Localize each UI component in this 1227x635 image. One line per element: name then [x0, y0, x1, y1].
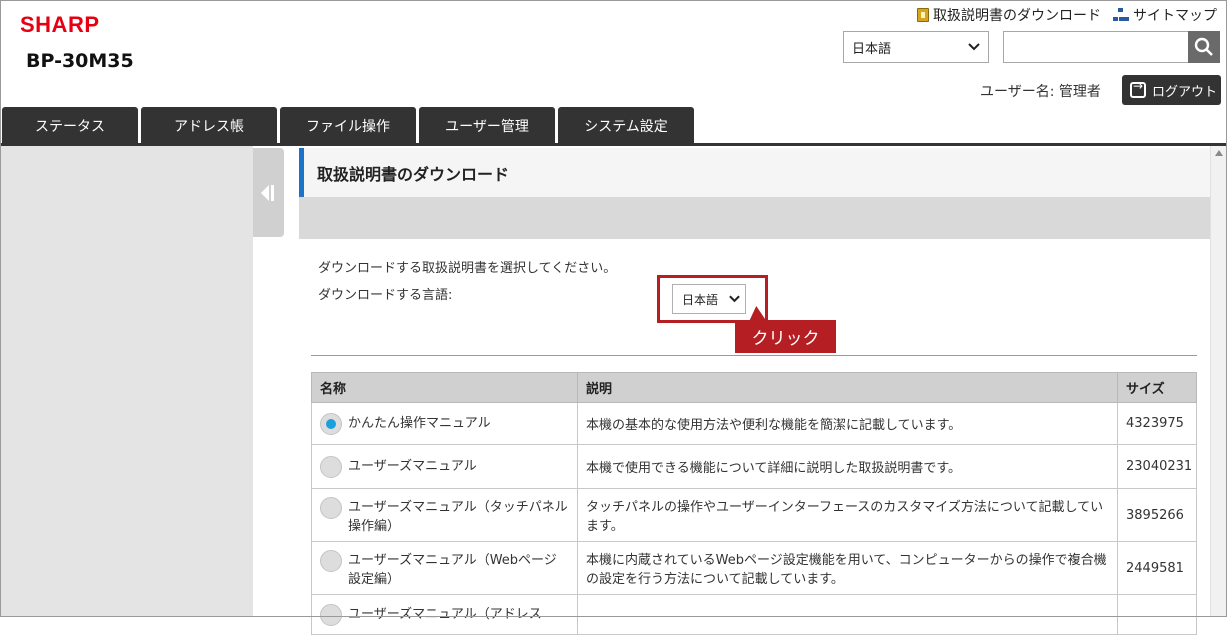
chevron-down-icon — [729, 295, 740, 303]
manual-description: 本機で使用できる機能について詳細に説明した取扱説明書です。 — [577, 444, 1118, 489]
download-language-select[interactable]: 日本語 — [672, 284, 746, 314]
header-language-select[interactable]: 日本語 — [843, 31, 989, 63]
manual-radio[interactable] — [320, 604, 342, 626]
manual-size: 4323975 — [1117, 402, 1197, 445]
search-button[interactable] — [1188, 31, 1220, 63]
download-language-value: 日本語 — [682, 292, 719, 307]
scroll-up-icon[interactable] — [1215, 150, 1223, 156]
model-name: BP-30M35 — [26, 50, 134, 72]
title-subbar — [299, 197, 1210, 239]
manual-name: ユーザーズマニュアル — [348, 459, 477, 474]
table-row[interactable]: ユーザーズマニュアル（タッチパネル操作編） タッチパネルの操作やユーザーインター… — [311, 488, 1197, 542]
header-size: サイズ — [1117, 372, 1197, 403]
section-divider — [311, 355, 1197, 356]
table-row[interactable]: ユーザーズマニュアル（アドレス — [311, 594, 1197, 635]
header-language-value: 日本語 — [852, 41, 892, 57]
top-links: 取扱説明書のダウンロード サイトマップ — [917, 5, 1217, 25]
logout-label: ログアウト — [1152, 84, 1218, 100]
manual-radio[interactable] — [320, 550, 342, 572]
sitemap-icon — [1113, 8, 1129, 22]
manual-table: 名称 説明 サイズ かんたん操作マニュアル 本機の基本的な使用方法や便利な機能を… — [311, 372, 1197, 635]
manual-radio[interactable] — [320, 456, 342, 478]
search-icon — [1194, 37, 1213, 56]
sharp-logo: SHARP — [20, 12, 100, 37]
header-name: 名称 — [311, 372, 578, 403]
logout-button[interactable]: ログアウト — [1122, 75, 1221, 105]
header-description: 説明 — [577, 372, 1118, 403]
sitemap-link[interactable]: サイトマップ — [1113, 5, 1217, 25]
manual-radio[interactable] — [320, 497, 342, 519]
manual-name: ユーザーズマニュアル（Webページ設定編） — [348, 553, 557, 587]
manual-download-link[interactable]: 取扱説明書のダウンロード — [917, 5, 1101, 25]
collapse-left-icon — [260, 184, 274, 201]
tab-system-settings[interactable]: システム設定 — [558, 107, 694, 144]
username-label: ユーザー名: 管理者 — [980, 84, 1101, 100]
manual-download-link-label: 取扱説明書のダウンロード — [933, 8, 1101, 24]
manual-name: ユーザーズマニュアル（アドレス — [348, 607, 542, 622]
tab-file-operations[interactable]: ファイル操作 — [280, 107, 416, 144]
download-language-label: ダウンロードする言語: — [318, 288, 453, 303]
sitemap-link-label: サイトマップ — [1133, 8, 1217, 24]
manual-size — [1117, 594, 1197, 635]
collapse-menu-button[interactable] — [253, 148, 284, 237]
chevron-down-icon — [968, 43, 980, 51]
table-row[interactable]: ユーザーズマニュアル 本機で使用できる機能について詳細に説明した取扱説明書です。… — [311, 444, 1197, 489]
manual-description: 本機の基本的な使用方法や便利な機能を簡潔に記載しています。 — [577, 402, 1118, 445]
table-header-row: 名称 説明 サイズ — [311, 372, 1197, 403]
manual-name: かんたん操作マニュアル — [348, 416, 491, 431]
manual-size: 2449581 — [1117, 541, 1197, 595]
manual-size: 3895266 — [1117, 488, 1197, 542]
manual-name: ユーザーズマニュアル（タッチパネル操作編） — [348, 500, 568, 534]
manual-size: 23040231 — [1117, 444, 1197, 489]
manual-radio[interactable] — [320, 413, 342, 435]
manual-description: 本機に内蔵されているWebページ設定機能を用いて、コンピューターからの操作で複合… — [577, 541, 1118, 595]
manual-description: タッチパネルの操作やユーザーインターフェースのカスタマイズ方法について記載してい… — [577, 488, 1118, 542]
search-input[interactable] — [1003, 31, 1189, 63]
click-callout: クリック — [735, 320, 836, 353]
tab-status[interactable]: ステータス — [2, 107, 138, 144]
tab-user-management[interactable]: ユーザー管理 — [419, 107, 555, 144]
table-row[interactable]: かんたん操作マニュアル 本機の基本的な使用方法や便利な機能を簡潔に記載しています… — [311, 402, 1197, 445]
instruction-text: ダウンロードする取扱説明書を選択してください。 — [318, 261, 617, 276]
page-title: 取扱説明書のダウンロード — [299, 148, 1210, 197]
book-icon — [917, 8, 929, 22]
table-row[interactable]: ユーザーズマニュアル（Webページ設定編） 本機に内蔵されているWebページ設定… — [311, 541, 1197, 595]
tab-address-book[interactable]: アドレス帳 — [141, 107, 277, 144]
logout-icon — [1130, 79, 1146, 98]
manual-description — [577, 594, 1118, 635]
vertical-scrollbar[interactable] — [1210, 146, 1226, 617]
main-tabs: ステータス アドレス帳 ファイル操作 ユーザー管理 システム設定 — [2, 107, 694, 144]
left-menu-panel — [0, 146, 253, 617]
